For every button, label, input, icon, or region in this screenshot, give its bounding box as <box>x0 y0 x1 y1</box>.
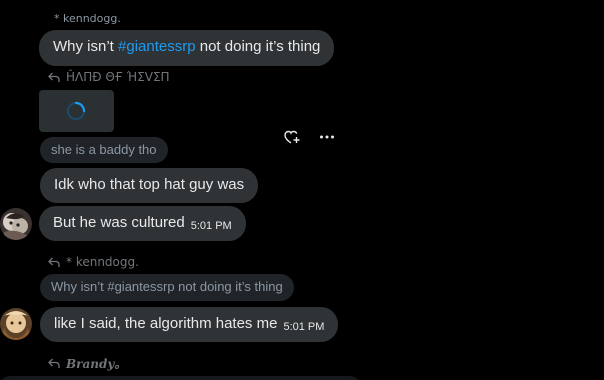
reply-target-name: ĤΛΠÐ ΘҒ ΉΣVΣП <box>66 70 170 84</box>
message-text: But he was cultured <box>53 214 185 231</box>
avatar[interactable] <box>0 308 32 340</box>
dm-conversation: * kenndogg. Why isn’t #giantessrp not do… <box>0 0 604 380</box>
next-message-edge <box>0 376 360 380</box>
more-dots-icon[interactable] <box>318 128 336 146</box>
message-text: Why isn’t <box>53 38 119 55</box>
hashtag-link[interactable]: #giantessrp <box>118 38 196 55</box>
reply-arrow-icon <box>48 358 60 368</box>
reply-target-name: * kenndogg. <box>66 255 139 269</box>
message-text: Idk who that top hat guy was <box>54 176 245 193</box>
message-text: like I said, the algorithm hates me <box>54 315 278 332</box>
message-bubble[interactable]: like I said, the algorithm hates me 5:01 … <box>40 307 339 342</box>
media-attachment-loading[interactable] <box>39 90 114 132</box>
reply-arrow-icon <box>48 72 60 82</box>
message-sender-name: * kenndogg. <box>54 12 121 25</box>
quoted-text: she is a baddy tho <box>51 142 157 157</box>
spinner-icon <box>66 101 86 121</box>
message-timestamp: 5:01 PM <box>283 321 325 333</box>
reply-context[interactable]: * kenndogg. <box>48 255 139 269</box>
quoted-message[interactable]: she is a baddy tho <box>40 137 168 163</box>
heart-plus-icon[interactable] <box>283 128 301 146</box>
message-text: not doing it’s thing <box>195 38 321 55</box>
avatar[interactable] <box>0 208 32 240</box>
reply-arrow-icon <box>48 257 60 267</box>
reply-context[interactable]: 𝑩𝒓𝒂𝒏𝒅𝒚。 <box>48 355 126 372</box>
message-bubble[interactable]: But he was cultured 5:01 PM <box>39 206 246 241</box>
message-bubble[interactable]: Why isn’t #giantessrp not doing it’s thi… <box>39 30 335 66</box>
reply-context[interactable]: ĤΛΠÐ ΘҒ ΉΣVΣП <box>48 70 170 84</box>
message-timestamp: 5:01 PM <box>190 220 232 232</box>
reply-target-name: 𝑩𝒓𝒂𝒏𝒅𝒚。 <box>66 357 127 371</box>
message-bubble[interactable]: Idk who that top hat guy was <box>40 168 259 203</box>
quoted-message[interactable]: Why isn’t #giantessrp not doing it’s thi… <box>40 274 294 301</box>
quoted-text: Why isn’t #giantessrp not doing it’s thi… <box>51 279 283 294</box>
